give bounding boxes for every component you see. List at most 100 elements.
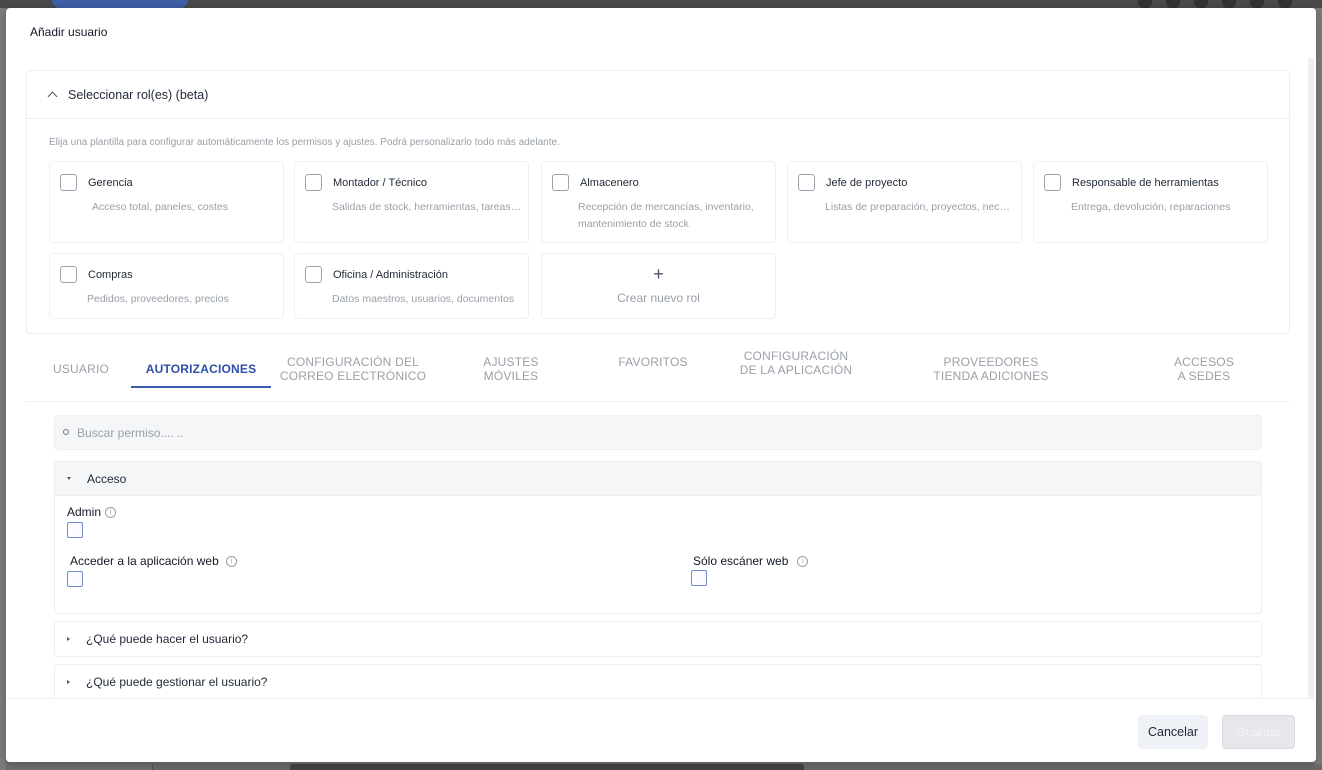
background-toolbar-icons [1138, 0, 1292, 8]
tab-accesos-sedes[interactable]: ACCESOS A SEDES [1156, 355, 1252, 383]
active-tab-indicator [131, 386, 271, 388]
tab-label-line1: AJUSTES [483, 355, 539, 369]
tab-ajustes-moviles[interactable]: AJUSTES MÓVILES [466, 355, 556, 383]
modal-scrollbar[interactable] [1308, 58, 1314, 706]
tab-correo-electronico[interactable]: CONFIGURACIÓN DEL CORREO ELECTRÓNICO [278, 355, 428, 383]
background-right-strip [1315, 8, 1322, 770]
role-checkbox[interactable] [60, 266, 77, 283]
notification-icon [1222, 0, 1236, 8]
tab-proveedores-tienda[interactable]: PROVEEDORES TIENDA ADICIONES [916, 355, 1066, 383]
what-can-manage-title: ¿Qué puede gestionar el usuario? [86, 675, 268, 689]
role-section-title: Seleccionar rol(es) (beta) [68, 87, 209, 102]
access-section: Acceso Admin i Acceder a la aplicación w… [54, 461, 1262, 614]
role-checkbox[interactable] [305, 174, 322, 191]
role-card-responsable-herramientas[interactable]: Responsable de herramientas Entrega, dev… [1033, 161, 1268, 243]
info-icon[interactable]: i [225, 555, 237, 567]
role-name: Jefe de proyecto [826, 177, 908, 189]
tab-usuario[interactable]: USUARIO [38, 362, 124, 376]
role-checkbox[interactable] [1044, 174, 1061, 191]
web-app-checkbox[interactable] [67, 571, 83, 587]
role-card-almacenero[interactable]: Almacenero Recepción de mercancías, inve… [541, 161, 776, 243]
role-hint-text: Elija una plantilla para configurar auto… [49, 137, 560, 148]
create-role-button[interactable]: + Crear nuevo rol [541, 253, 776, 319]
role-name: Gerencia [88, 177, 133, 189]
avatar-icon [1278, 0, 1292, 8]
role-checkbox[interactable] [305, 266, 322, 283]
tab-label-line1: ACCESOS [1173, 355, 1235, 369]
role-name: Compras [88, 269, 133, 281]
role-description: Salidas de stock, herramientas, tareas —… [332, 201, 522, 213]
role-description: Listas de preparación, proyectos, necesi… [825, 201, 1015, 213]
tab-autorizaciones[interactable]: AUTORIZACIONES [131, 362, 271, 376]
role-checkbox[interactable] [798, 174, 815, 191]
what-can-do-section[interactable]: ¿Qué puede hacer el usuario? [54, 621, 1262, 657]
chevron-up-icon [47, 91, 58, 102]
admin-checkbox[interactable] [67, 522, 83, 538]
role-description: Acceso total, paneles, costes [92, 201, 228, 213]
role-name: Montador / Técnico [333, 177, 427, 189]
admin-label: Admin [67, 505, 102, 519]
tab-label: USUARIO [52, 362, 110, 376]
help-icon [1166, 0, 1180, 8]
permission-search [54, 415, 1262, 450]
scanner-label: Sólo escáner web [693, 554, 789, 568]
save-button[interactable]: Guardar [1222, 715, 1295, 749]
tab-favoritos[interactable]: FAVORITOS [606, 355, 700, 369]
role-description: Entrega, devolución, reparaciones [1071, 201, 1231, 213]
what-can-manage-section[interactable]: ¿Qué puede gestionar el usuario? [54, 664, 1262, 700]
role-card-montador[interactable]: Montador / Técnico Salidas de stock, her… [294, 161, 529, 243]
modal-title: Añadir usuario [30, 25, 108, 39]
background-topbar [0, 0, 1322, 8]
role-name: Almacenero [580, 177, 639, 189]
admin-permission-label: Admin i [67, 505, 117, 519]
role-name: Oficina / Administración [333, 269, 448, 281]
theme-icon [1194, 0, 1208, 8]
role-name: Responsable de herramientas [1072, 177, 1219, 189]
caret-down-icon [67, 477, 71, 480]
tab-label: AUTORIZACIONES [145, 362, 257, 376]
role-checkbox[interactable] [552, 174, 569, 191]
search-input[interactable] [77, 424, 677, 442]
background-scrollbar [290, 764, 804, 770]
tab-label-line1: CONFIGURACIÓN [743, 349, 849, 363]
info-icon[interactable]: i [797, 555, 809, 567]
caret-right-icon [67, 637, 70, 641]
refresh-icon [1138, 0, 1152, 8]
tab-label: FAVORITOS [618, 355, 688, 369]
caret-right-icon [67, 680, 70, 684]
role-checkbox[interactable] [60, 174, 77, 191]
web-app-label: Acceder a la aplicación web [70, 554, 219, 568]
info-icon[interactable]: i [105, 506, 117, 518]
role-description: Recepción de mercancías, inventario, man… [578, 201, 754, 230]
role-card-compras[interactable]: Compras Pedidos, proveedores, precios [49, 253, 284, 319]
modal-footer: Cancelar Guardar [6, 698, 1316, 762]
tab-label-line1: CONFIGURACIÓN DEL [286, 355, 420, 369]
role-description: Datos maestros, usuarios, documentos [332, 293, 515, 305]
tab-label-line2: DE LA APLICACIÓN [739, 363, 853, 377]
web-app-permission-label: Acceder a la aplicación web i [70, 554, 237, 568]
role-card-jefe-proyecto[interactable]: Jefe de proyecto Listas de preparación, … [787, 161, 1022, 243]
settings-tabs: USUARIO AUTORIZACIONES CONFIGURACIÓN DEL… [26, 349, 1290, 402]
tab-label-line1: PROVEEDORES [943, 355, 1039, 369]
role-description: Pedidos, proveedores, precios [87, 293, 229, 305]
background-tab-pill [52, 0, 188, 8]
tab-label-line2: A SEDES [1177, 369, 1231, 383]
tab-label-line2: CORREO ELECTRÓNICO [279, 369, 427, 383]
what-can-do-title: ¿Qué puede hacer el usuario? [86, 632, 249, 646]
tab-configuracion-aplicacion[interactable]: CONFIGURACIÓN DE LA APLICACIÓN [726, 349, 866, 377]
scanner-permission-label: Sólo escáner web i [693, 554, 809, 568]
add-user-modal: Añadir usuario Seleccionar rol(es) (beta… [6, 8, 1316, 762]
tab-label-line2: MÓVILES [483, 369, 539, 383]
role-section-header[interactable]: Seleccionar rol(es) (beta) [27, 71, 1289, 119]
access-section-title: Acceso [87, 471, 127, 486]
create-role-label: Crear nuevo rol [617, 291, 700, 305]
role-card-gerencia[interactable]: Gerencia Acceso total, paneles, costes [49, 161, 284, 243]
access-section-header[interactable]: Acceso [55, 462, 1261, 496]
plus-icon: + [653, 264, 664, 284]
scanner-checkbox[interactable] [691, 570, 707, 586]
tab-label-line2: TIENDA ADICIONES [933, 369, 1049, 383]
role-selection-panel: Seleccionar rol(es) (beta) Elija una pla… [26, 70, 1290, 334]
role-card-oficina[interactable]: Oficina / Administración Datos maestros,… [294, 253, 529, 319]
layout-icon [1250, 0, 1264, 8]
cancel-button[interactable]: Cancelar [1138, 715, 1208, 749]
